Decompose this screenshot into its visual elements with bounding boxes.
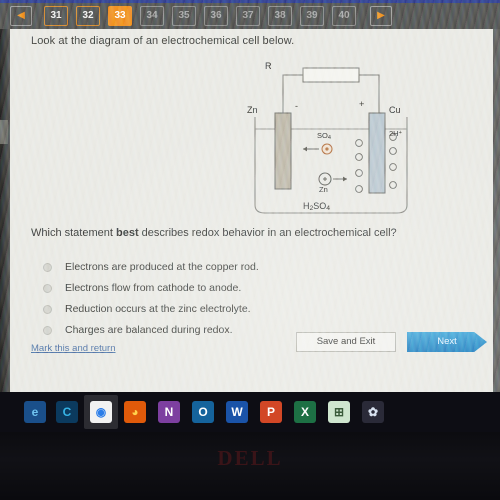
question-text: Which statement best describes redox beh… [31, 227, 397, 239]
cu-electrode-label: Cu [389, 105, 401, 115]
calculator-icon[interactable]: ⊞ [328, 401, 350, 423]
nav-question-33[interactable]: 33 [108, 6, 132, 26]
nav-question-37: 37 [236, 6, 260, 26]
negative-terminal-label: - [295, 101, 298, 111]
nav-question-35: 35 [172, 6, 196, 26]
sulfate-ion-label: SO4 [317, 131, 331, 141]
mark-this-and-return-link[interactable]: Mark this and return [31, 343, 115, 354]
radio-button-icon[interactable] [43, 326, 52, 335]
save-and-exit-button[interactable]: Save and Exit [296, 332, 396, 352]
laptop-screen: ◀ 31 32 33 34 35 36 37 38 39 40 ▶ Look at the diagr… [0, 0, 500, 392]
electrochemical-cell-diagram: Zn Cu - + R SO4 Zn 2H+ H2SO4 [241, 57, 421, 217]
edge-icon[interactable]: C [56, 401, 78, 423]
hydrogen-ion-label: 2H+ [389, 129, 402, 138]
exam-page: Look at the diagram of an electrochemica… [9, 29, 493, 392]
answer-option-label: Electrons are produced at the copper rod… [65, 261, 259, 273]
nav-question-31[interactable]: 31 [44, 6, 68, 26]
page-prompt: Look at the diagram of an electrochemica… [31, 35, 295, 47]
nav-forward-arrow[interactable]: ▶ [370, 6, 392, 26]
question-nav-bar: ◀ 31 32 33 34 35 36 37 38 39 40 ▶ [0, 3, 500, 29]
onenote-icon[interactable]: N [158, 401, 180, 423]
question-suffix: describes redox behavior in an electroch… [138, 227, 397, 239]
zinc-ion-label: Zn [319, 185, 328, 194]
electrolyte-label: H2SO4 [303, 201, 331, 212]
nav-question-39: 39 [300, 6, 324, 26]
answer-options-list: Electrons are produced at the copper rod… [43, 257, 363, 341]
zn-electrode-label: Zn [247, 105, 258, 115]
answer-option[interactable]: Reduction occurs at the zinc electrolyte… [43, 299, 363, 320]
laptop-bezel: DELL [0, 432, 500, 500]
nav-question-36: 36 [204, 6, 228, 26]
question-emphasis: best [115, 227, 139, 239]
answer-option[interactable]: Electrons are produced at the copper rod… [43, 257, 363, 278]
powerpoint-icon[interactable]: P [260, 401, 282, 423]
outlook-icon[interactable]: O [192, 401, 214, 423]
screen-left-edge [0, 29, 10, 392]
answer-option-label: Charges are balanced during redox. [65, 324, 233, 336]
positive-terminal-label: + [359, 99, 365, 109]
internet-explorer-icon[interactable]: e [24, 401, 46, 423]
excel-icon[interactable]: X [294, 401, 316, 423]
nav-question-34: 34 [140, 6, 164, 26]
radio-button-icon[interactable] [43, 305, 52, 314]
photo-of-laptop-screen: ◀ 31 32 33 34 35 36 37 38 39 40 ▶ Look at the diagr… [0, 0, 500, 500]
nav-question-32[interactable]: 32 [76, 6, 100, 26]
chrome-icon[interactable]: ◉ [90, 401, 112, 423]
question-prefix: Which statement [31, 227, 116, 239]
answer-option-label: Reduction occurs at the zinc electrolyte… [65, 303, 251, 315]
radio-button-icon[interactable] [43, 263, 52, 272]
word-icon[interactable]: W [226, 401, 248, 423]
paint-icon[interactable]: ✿ [362, 401, 384, 423]
resistor-label: R [265, 61, 272, 71]
next-button[interactable]: Next [407, 332, 487, 352]
windows-taskbar: e C ◉ ◕ N O W P X ⊞ ✿ [0, 392, 500, 432]
screen-left-edge-highlight [0, 120, 8, 144]
answer-option[interactable]: Electrons flow from cathode to anode. [43, 278, 363, 299]
nav-question-40: 40 [332, 6, 356, 26]
radio-button-icon[interactable] [43, 284, 52, 293]
answer-option-label: Electrons flow from cathode to anode. [65, 282, 242, 294]
dell-logo: DELL [217, 446, 283, 470]
nav-back-arrow[interactable]: ◀ [10, 6, 32, 26]
firefox-icon[interactable]: ◕ [124, 401, 146, 423]
nav-question-38: 38 [268, 6, 292, 26]
